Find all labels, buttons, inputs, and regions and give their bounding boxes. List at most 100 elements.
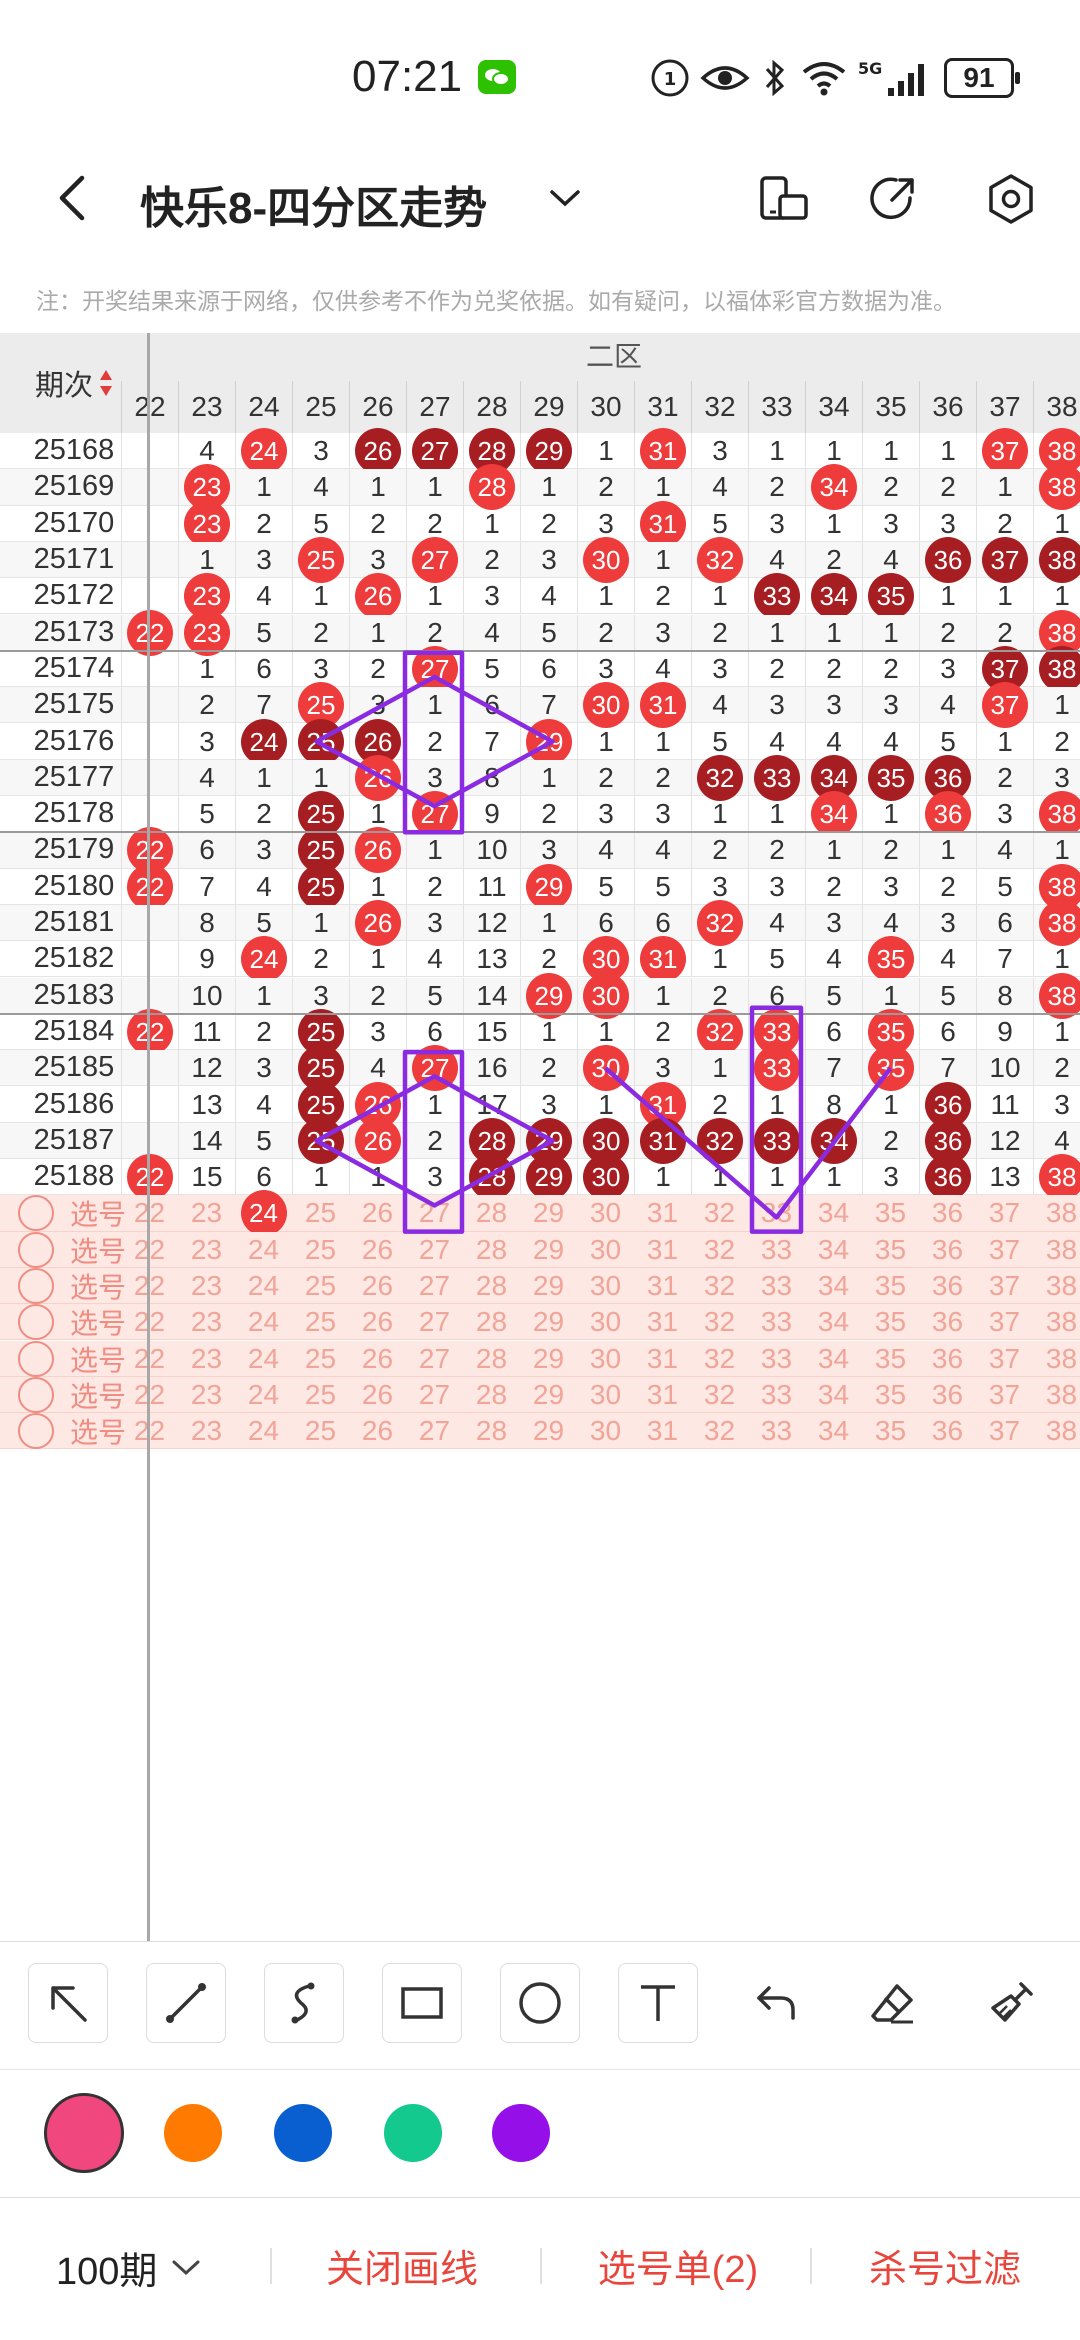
pick-number-cell[interactable]: 36 xyxy=(919,1413,976,1449)
radio-circle-icon[interactable] xyxy=(18,1268,54,1305)
pick-number-cell[interactable]: 32 xyxy=(691,1195,748,1231)
column-header[interactable]: 38 xyxy=(1033,381,1080,433)
pick-number-cell[interactable]: 38 xyxy=(1033,1377,1080,1413)
pick-number-cell[interactable]: 34 xyxy=(805,1341,862,1377)
pick-number-cell[interactable]: 36 xyxy=(919,1341,976,1377)
pick-number-cell[interactable]: 35 xyxy=(862,1195,919,1231)
column-header[interactable]: 29 xyxy=(520,381,577,433)
pick-number-cell[interactable]: 29 xyxy=(520,1413,577,1449)
pick-number-cell[interactable]: 37 xyxy=(976,1195,1033,1231)
pick-number-cell[interactable]: 33 xyxy=(748,1413,805,1449)
color-swatch-purple[interactable] xyxy=(492,2104,550,2162)
radio-circle-icon[interactable] xyxy=(18,1304,54,1341)
pick-number-cell[interactable]: 24 xyxy=(235,1232,292,1268)
pick-number-cell[interactable]: 36 xyxy=(919,1377,976,1413)
pick-number-cell[interactable]: 31 xyxy=(634,1341,691,1377)
radio-circle-icon[interactable] xyxy=(18,1376,54,1413)
pick-number-cell[interactable]: 36 xyxy=(919,1268,976,1304)
pick-number-cell[interactable]: 31 xyxy=(634,1268,691,1304)
pick-number-cell[interactable]: 25 xyxy=(292,1377,349,1413)
column-header[interactable]: 30 xyxy=(577,381,634,433)
column-header[interactable]: 27 xyxy=(406,381,463,433)
pick-number-cell[interactable]: 33 xyxy=(748,1232,805,1268)
pick-number-cell[interactable]: 28 xyxy=(463,1304,520,1340)
pick-number-cell[interactable]: 36 xyxy=(919,1232,976,1268)
pick-number-cell[interactable]: 35 xyxy=(862,1377,919,1413)
pick-number-cell[interactable]: 38 xyxy=(1033,1195,1080,1231)
clear-drawing-button[interactable] xyxy=(972,1963,1052,2043)
column-header[interactable]: 23 xyxy=(178,381,235,433)
pick-number-cell[interactable]: 37 xyxy=(976,1413,1033,1449)
kill-filter-button[interactable]: 杀号过滤 xyxy=(862,2238,1028,2293)
pick-number-cell[interactable]: 29 xyxy=(520,1304,577,1340)
pick-number-cell[interactable]: 23 xyxy=(178,1268,235,1304)
pick-number-cell[interactable]: 36 xyxy=(919,1304,976,1340)
pick-number-cell[interactable]: 29 xyxy=(520,1268,577,1304)
pick-number-cell[interactable]: 26 xyxy=(349,1377,406,1413)
pick-number-cell[interactable]: 25 xyxy=(292,1304,349,1340)
pick-number-cell[interactable]: 26 xyxy=(349,1341,406,1377)
pick-number-cell[interactable]: 30 xyxy=(577,1232,634,1268)
pick-number-cell[interactable]: 23 xyxy=(178,1195,235,1231)
undo-button[interactable] xyxy=(736,1963,816,2043)
back-icon[interactable] xyxy=(52,172,92,224)
pick-number-cell[interactable]: 33 xyxy=(748,1341,805,1377)
column-header[interactable]: 34 xyxy=(805,381,862,433)
pick-number-cell[interactable]: 35 xyxy=(862,1341,919,1377)
pick-number-cell[interactable]: 34 xyxy=(805,1413,862,1449)
close-drawing-button[interactable]: 关闭画线 xyxy=(322,2238,482,2293)
pick-number-cell[interactable]: 27 xyxy=(406,1268,463,1304)
arrow-tool-button[interactable] xyxy=(28,1963,108,2043)
pick-number-cell[interactable]: 29 xyxy=(520,1341,577,1377)
pick-number-cell[interactable]: 24 xyxy=(235,1304,292,1340)
pick-number-cell[interactable]: 23 xyxy=(178,1377,235,1413)
rectangle-tool-button[interactable] xyxy=(382,1963,462,2043)
pick-number-cell[interactable]: 31 xyxy=(634,1232,691,1268)
pick-number-cell[interactable]: 38 xyxy=(1033,1341,1080,1377)
pick-number-cell[interactable]: 27 xyxy=(406,1377,463,1413)
pick-number-cell[interactable]: 33 xyxy=(748,1268,805,1304)
column-header[interactable]: 35 xyxy=(862,381,919,433)
pick-number-cell[interactable]: 24 xyxy=(235,1341,292,1377)
color-swatch-green[interactable] xyxy=(384,2104,442,2162)
pick-number-cell[interactable]: 27 xyxy=(406,1413,463,1449)
line-tool-button[interactable] xyxy=(146,1963,226,2043)
pick-number-cell[interactable]: 35 xyxy=(862,1413,919,1449)
pick-number-cell[interactable]: 34 xyxy=(805,1195,862,1231)
pick-number-cell[interactable]: 27 xyxy=(406,1232,463,1268)
trend-table[interactable]: 期次 二区 22 23 24 25 26 27 28 29 30 31 32 33 34 35 36 37 38… xyxy=(0,333,1080,1941)
column-header[interactable]: 33 xyxy=(748,381,805,433)
pick-number-cell[interactable]: 30 xyxy=(577,1341,634,1377)
pick-number-cell[interactable]: 37 xyxy=(976,1268,1033,1304)
pick-number-cell[interactable]: 34 xyxy=(805,1232,862,1268)
pick-number-cell[interactable]: 38 xyxy=(1033,1268,1080,1304)
pick-number-cell[interactable]: 37 xyxy=(976,1232,1033,1268)
pick-number-cell[interactable]: 32 xyxy=(691,1304,748,1340)
column-header[interactable]: 36 xyxy=(919,381,976,433)
pick-number-cell[interactable]: 24 xyxy=(235,1413,292,1449)
pick-list-button[interactable]: 选号单(2) xyxy=(586,2238,770,2293)
pick-number-cell[interactable]: 31 xyxy=(634,1304,691,1340)
pick-number-cell[interactable]: 33 xyxy=(748,1377,805,1413)
pick-number-cell[interactable]: 34 xyxy=(805,1377,862,1413)
settings-icon[interactable] xyxy=(984,172,1038,226)
pick-number-cell[interactable]: 28 xyxy=(463,1195,520,1231)
pick-number-cell[interactable]: 32 xyxy=(691,1413,748,1449)
pick-number-cell[interactable]: 23 xyxy=(178,1413,235,1449)
eraser-button[interactable] xyxy=(852,1963,932,2043)
pick-number-cell[interactable]: 36 xyxy=(919,1195,976,1231)
pick-number-cell[interactable]: 24 xyxy=(235,1377,292,1413)
pick-number-cell[interactable]: 26 xyxy=(349,1268,406,1304)
color-swatch-pink[interactable] xyxy=(44,2093,124,2173)
pick-number-cell[interactable]: 35 xyxy=(862,1304,919,1340)
pick-number-cell[interactable]: 25 xyxy=(292,1413,349,1449)
page-title[interactable]: 快乐8-四分区走势 xyxy=(140,172,487,236)
pick-number-cell[interactable]: 31 xyxy=(634,1195,691,1231)
pick-number-cell[interactable]: 37 xyxy=(976,1341,1033,1377)
column-header[interactable]: 24 xyxy=(235,381,292,433)
pick-number-cell[interactable]: 25 xyxy=(292,1195,349,1231)
sort-icon[interactable] xyxy=(99,368,113,398)
period-range-select[interactable]: 100期 xyxy=(56,2240,201,2295)
pick-number-cell[interactable]: 25 xyxy=(292,1232,349,1268)
pick-number-cell[interactable]: 32 xyxy=(691,1268,748,1304)
